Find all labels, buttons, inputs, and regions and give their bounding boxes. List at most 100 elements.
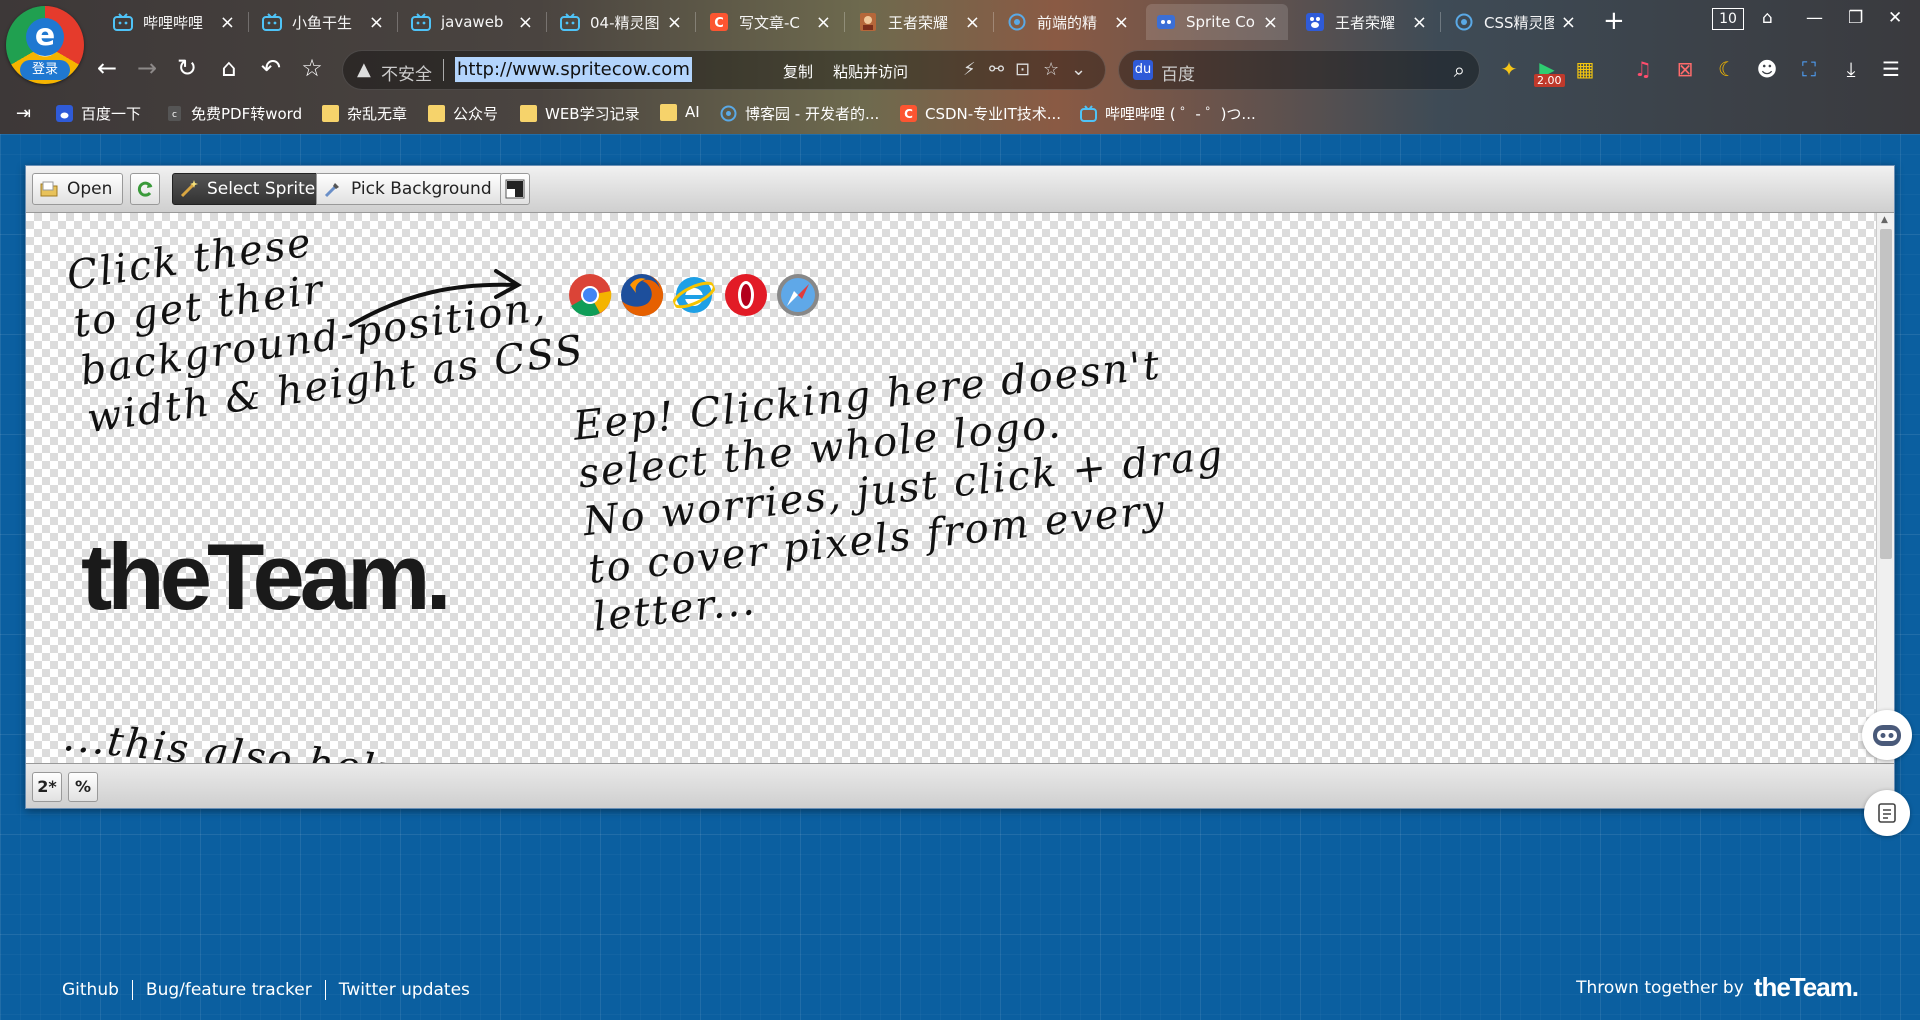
tab-spritecow[interactable]: Sprite Co × [1146, 4, 1288, 40]
baidu-icon [56, 105, 73, 122]
instruction-note-3: ...this also helps select [61, 713, 573, 763]
scrollbar-thumb[interactable] [1880, 229, 1892, 559]
tab-wangzhe-2[interactable]: 王者荣耀 × [1295, 4, 1437, 40]
credit-logo[interactable]: theTeam. [1754, 972, 1859, 1003]
refresh-icon [137, 181, 153, 197]
ie-icon[interactable] [672, 273, 716, 317]
download-icon[interactable]: ⤓ [1838, 56, 1864, 82]
window-close-icon[interactable]: ✕ [1888, 8, 1902, 28]
bookmark-folder-wechat[interactable]: 公众号 [428, 103, 498, 124]
back-icon[interactable]: ← [90, 54, 124, 82]
search-box[interactable]: du 百度 ⌕ [1118, 50, 1480, 90]
bookmark-folder-ai[interactable]: AI [660, 103, 700, 121]
extension-bird-icon[interactable]: ✦ [1496, 56, 1522, 82]
menu-icon[interactable]: ☰ [1878, 56, 1904, 82]
tab-divider [546, 12, 547, 32]
twitter-link[interactable]: Twitter updates [339, 980, 470, 1000]
apps-grid-icon[interactable]: ▦ [1572, 56, 1598, 82]
tab-divider [397, 12, 398, 32]
copy-button[interactable]: 复制 [783, 61, 813, 82]
tab-bilibili-4[interactable]: 04-精灵图 × [550, 4, 692, 40]
github-link[interactable]: Github [62, 980, 119, 1000]
undo-icon[interactable]: ↶ [254, 54, 288, 82]
close-icon[interactable]: × [369, 12, 384, 33]
search-icon[interactable]: ⌕ [1454, 58, 1465, 82]
tab-count-badge[interactable]: 10 [1712, 8, 1744, 30]
pdf-tool-icon[interactable]: ⊠ [1672, 56, 1698, 82]
minimize-icon[interactable]: — [1806, 8, 1823, 28]
url-input[interactable]: http://www.spritecow.com [455, 57, 692, 83]
close-icon[interactable]: × [816, 12, 831, 33]
close-icon[interactable]: × [1412, 12, 1427, 33]
bookmark-folder-misc[interactable]: 杂乱无章 [322, 103, 407, 124]
select-sprite-button[interactable]: Select Sprite [172, 173, 327, 205]
bookmark-csdn[interactable]: C CSDN-专业IT技术... [900, 103, 1061, 124]
robot-icon[interactable]: ☻ [1754, 56, 1780, 82]
bookmark-folder-web[interactable]: WEB学习记录 [520, 103, 640, 124]
star-icon[interactable]: ☆ [1043, 59, 1059, 80]
firefox-icon[interactable] [620, 273, 664, 317]
robot-icon [1873, 725, 1901, 746]
credit-text: Thrown together by [1576, 977, 1744, 998]
bookmarks-bar: ⇥ 百度一下 c 免费PDF转word 杂乱无章 公众号 WEB学习记录 AI 博… [0, 96, 1920, 132]
notes-button[interactable] [1864, 790, 1910, 836]
tab-wangzhe-1[interactable]: 王者荣耀 × [848, 4, 990, 40]
bookmark-baidu[interactable]: 百度一下 [56, 103, 141, 124]
bookmark-label: 杂乱无章 [347, 105, 408, 123]
moon-icon[interactable]: ☾ [1714, 56, 1740, 82]
tab-label: 王者荣耀 [888, 13, 949, 32]
share-icon[interactable]: ⚯ [989, 59, 1004, 80]
search-input[interactable]: 百度 [1161, 60, 1195, 85]
restore-icon[interactable]: ❐ [1848, 8, 1863, 28]
favorite-icon[interactable]: ☆ [295, 54, 329, 82]
music-icon[interactable]: ♫ [1630, 56, 1656, 82]
safari-icon[interactable] [776, 273, 820, 317]
address-bar[interactable]: ▲ 不安全 http://www.spritecow.com 复制 粘贴并访问 … [342, 50, 1106, 90]
percent-button[interactable]: % [68, 772, 98, 802]
close-icon[interactable]: × [1114, 12, 1129, 33]
sidebar-toggle-icon[interactable]: ⇥ [16, 103, 31, 124]
tab-cnblogs-2[interactable]: CSS精灵图 × [1444, 4, 1586, 40]
skin-icon[interactable]: ⌂ [1762, 8, 1773, 28]
bug-tracker-link[interactable]: Bug/feature tracker [146, 980, 312, 1000]
scroll-up-icon[interactable]: ▲ [1881, 215, 1888, 225]
translate-icon[interactable]: ⊡ [1015, 59, 1030, 80]
reload-image-button[interactable] [130, 173, 160, 205]
assistant-robot-button[interactable] [1862, 710, 1912, 760]
forward-icon[interactable]: → [130, 54, 164, 82]
select-sprite-label: Select Sprite [207, 179, 316, 199]
theteam-logo[interactable]: theTeam. [81, 523, 452, 631]
tab-label: 哔哩哔哩 [143, 13, 204, 32]
tab-csdn-write[interactable]: C 写文章-C × [699, 4, 841, 40]
new-tab-button[interactable]: + [1603, 6, 1625, 36]
tab-bilibili-2[interactable]: 小鱼干生 × [252, 4, 394, 40]
pick-background-button[interactable]: Pick Background [316, 173, 503, 205]
open-button[interactable]: Open [32, 173, 124, 205]
scale-2x-button[interactable]: 2* [32, 772, 62, 802]
bookmark-bilibili[interactable]: 哔哩哔哩 ( ゜- ゜)つ... [1080, 103, 1256, 124]
toggle-background-button[interactable] [500, 173, 530, 205]
vertical-scrollbar[interactable]: ▲ [1876, 213, 1894, 763]
tab-cnblogs-1[interactable]: 前端的精 × [997, 4, 1139, 40]
chevron-down-icon[interactable]: ⌄ [1071, 59, 1086, 80]
home-icon[interactable]: ⌂ [212, 54, 246, 82]
close-icon[interactable]: × [667, 12, 682, 33]
crop-icon[interactable]: ⛶ [1796, 56, 1822, 82]
tab-bilibili-1[interactable]: 哔哩哔哩 × [103, 4, 245, 40]
eyedropper-icon [324, 183, 339, 198]
chrome-icon[interactable] [568, 273, 612, 317]
paste-visit-button[interactable]: 粘贴并访问 [833, 61, 908, 82]
bookmark-label: 哔哩哔哩 ( ゜- ゜)つ... [1105, 105, 1256, 123]
lightning-icon[interactable]: ⚡ [963, 59, 976, 80]
close-icon[interactable]: × [220, 12, 235, 33]
close-icon[interactable]: × [1561, 12, 1576, 33]
sprite-canvas[interactable]: Click these to get their background-posi… [26, 213, 1876, 763]
close-icon[interactable]: × [518, 12, 533, 33]
bookmark-cnblogs[interactable]: 博客园 - 开发者的... [720, 103, 879, 124]
bookmark-pdf[interactable]: c 免费PDF转word [166, 103, 302, 124]
tab-bilibili-3[interactable]: javaweb × [401, 4, 543, 40]
opera-icon[interactable] [724, 273, 768, 317]
close-icon[interactable]: × [1263, 12, 1278, 33]
close-icon[interactable]: × [965, 12, 980, 33]
reload-icon[interactable]: ↻ [170, 54, 204, 82]
